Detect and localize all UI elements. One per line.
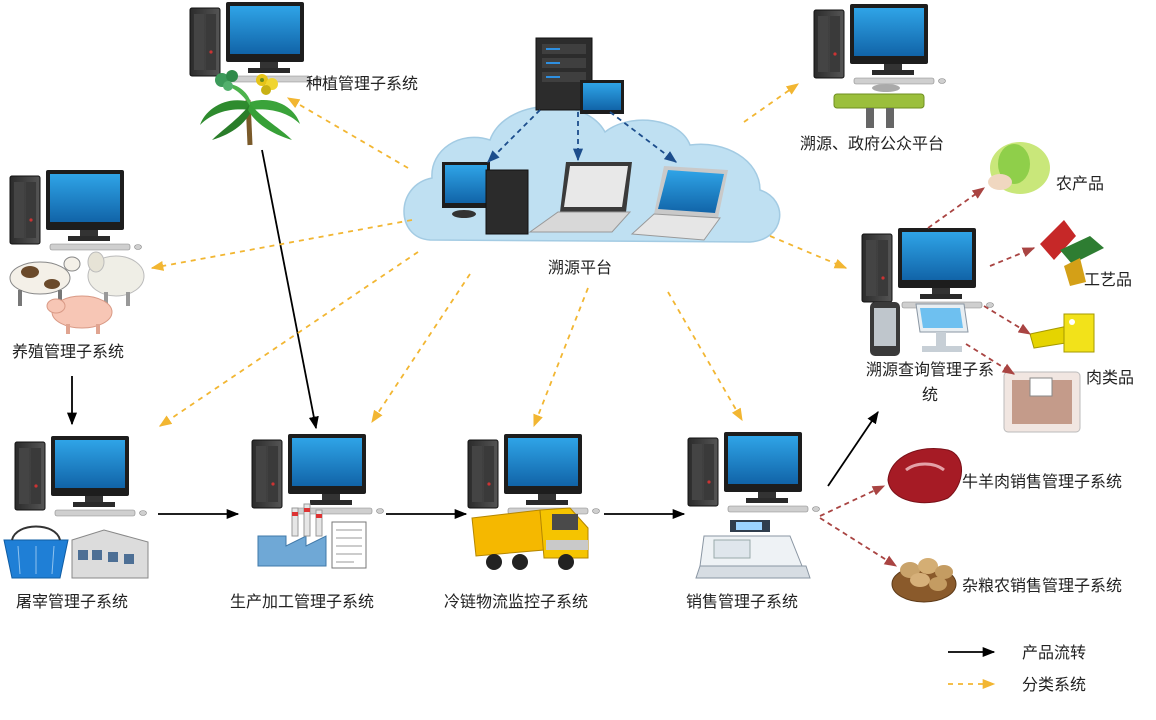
- product-arrow-meat: [983, 305, 1032, 335]
- classify-arrow-processing: [371, 273, 471, 424]
- beef-icon: [887, 448, 962, 504]
- sales-computer-icon: [687, 431, 820, 513]
- slaughter-label: 屠宰管理子系统: [16, 592, 129, 611]
- classify-arrow-planting: [286, 97, 409, 169]
- gov-label: 溯源、政府公众平台: [800, 134, 945, 153]
- processing-computer-icon: [251, 433, 384, 515]
- product-arrow-beef: [819, 485, 886, 517]
- legend-flow-label: 产品流转: [1022, 643, 1087, 662]
- coldchain-computer-icon: [467, 433, 600, 515]
- query-label: 溯源查询管理子系统: [866, 360, 995, 404]
- query-computer-icon: [861, 227, 994, 309]
- classify-arrow-coldchain: [533, 287, 589, 428]
- coldchain-label: 冷链物流监控子系统: [444, 592, 589, 611]
- vegetable-icon: [988, 142, 1050, 194]
- factory-building-icon: [71, 529, 149, 579]
- basket-icon: [3, 525, 69, 579]
- platform-label: 溯源平台: [548, 258, 613, 277]
- pig-icon: [46, 295, 113, 334]
- product-meat-label: 肉类品: [1086, 368, 1135, 387]
- retail-grain-label: 杂粮农销售管理子系统: [962, 576, 1123, 595]
- planting-computer-icon: [189, 1, 322, 83]
- cash-register-icon: [695, 520, 811, 579]
- document-icon: [331, 521, 367, 569]
- retail-beef-label: 牛羊肉销售管理子系统: [962, 472, 1123, 491]
- platform-server-icon: [535, 37, 624, 114]
- classify-arrow-gov: [743, 83, 800, 123]
- classify-arrow-breeding: [150, 219, 413, 271]
- tag-icon: [1029, 313, 1095, 353]
- product-arrow-craft: [989, 247, 1036, 267]
- flow-arrow-planting-processing: [261, 149, 319, 430]
- sales-label: 销售管理子系统: [686, 592, 799, 611]
- phone-icon: [870, 302, 900, 356]
- palm-tree-icon: [200, 83, 300, 146]
- processing-label: 生产加工管理子系统: [230, 592, 375, 611]
- meat-package-icon: [1003, 371, 1081, 433]
- classify-arrow-slaughter: [158, 251, 419, 427]
- gov-computer-icon: [813, 3, 946, 85]
- breeding-computer-icon: [9, 169, 142, 251]
- potato-basket-icon: [891, 558, 957, 603]
- truck-icon: [471, 507, 589, 570]
- product-arrow-grain: [819, 517, 898, 567]
- flow-arrow-sales-query: [827, 410, 879, 487]
- classify-arrow-query: [769, 235, 848, 269]
- gov-table-icon: [833, 84, 925, 128]
- legend-classify-label: 分类系统: [1022, 675, 1087, 694]
- planting-label: 种植管理子系统: [306, 74, 419, 93]
- slaughter-computer-icon: [14, 435, 147, 517]
- product-craft-label: 工艺品: [1084, 270, 1133, 289]
- factory-icon: [257, 503, 327, 567]
- breeding-label: 养殖管理子系统: [12, 342, 125, 361]
- kiosk-icon: [915, 303, 969, 352]
- product-agri-label: 农产品: [1056, 174, 1105, 193]
- classify-arrow-sales: [667, 291, 743, 422]
- product-arrow-agri: [927, 187, 986, 229]
